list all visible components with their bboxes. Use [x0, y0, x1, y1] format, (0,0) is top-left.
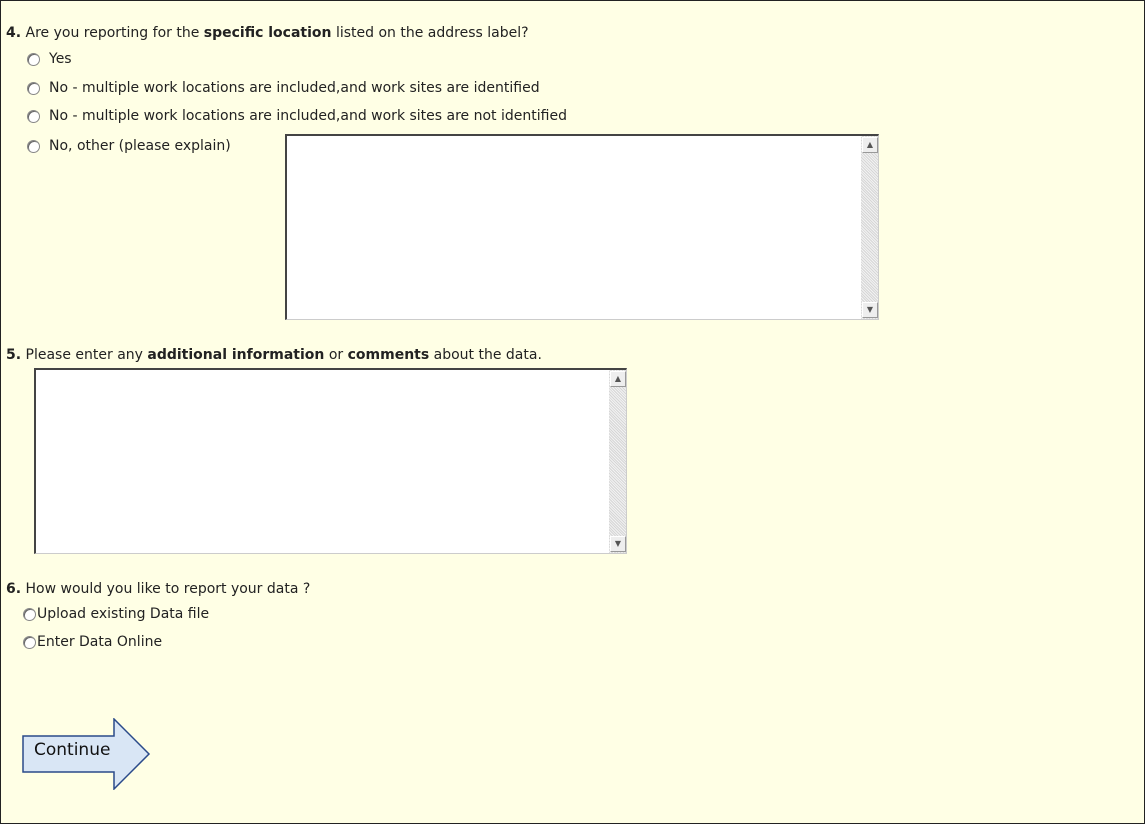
q4-explain-scrollbar[interactable]: ▲ ▼: [861, 136, 878, 319]
q4-option-other-label[interactable]: No, other (please explain): [49, 137, 231, 155]
q6-option-upload-radio[interactable]: [23, 608, 36, 621]
down-arrow-icon[interactable]: ▼: [610, 536, 626, 552]
q4-option-yes-label[interactable]: Yes: [49, 50, 72, 68]
q5-comments-textarea[interactable]: ▲ ▼: [34, 368, 627, 554]
question-5-text-mid: or: [324, 347, 348, 363]
question-5-bold-2: comments: [347, 347, 430, 363]
q4-option-not-identified-label[interactable]: No - multiple work locations are include…: [49, 107, 567, 125]
q4-explain-textarea[interactable]: ▲ ▼: [285, 134, 879, 320]
continue-button[interactable]: Continue: [22, 717, 152, 791]
continue-label: Continue: [34, 740, 111, 760]
q6-option-online-label[interactable]: Enter Data Online: [37, 633, 162, 651]
question-4-label: 4. Are you reporting for the specific lo…: [6, 25, 529, 41]
q6-option-upload-label[interactable]: Upload existing Data file: [37, 605, 209, 623]
question-5-label: 5. Please enter any additional informati…: [6, 347, 542, 363]
question-5-bold-1: additional information: [147, 347, 325, 363]
up-arrow-icon[interactable]: ▲: [610, 371, 626, 387]
q5-comments-scrollbar[interactable]: ▲ ▼: [609, 370, 626, 553]
question-4-text-before: Are you reporting for the: [21, 25, 204, 41]
down-arrow-icon[interactable]: ▼: [862, 302, 878, 318]
question-4-bold: specific location: [203, 25, 332, 41]
q4-option-yes-radio[interactable]: [27, 53, 40, 66]
up-arrow-icon[interactable]: ▲: [862, 137, 878, 153]
q4-option-identified-label[interactable]: No - multiple work locations are include…: [49, 79, 540, 97]
q4-option-not-identified-radio[interactable]: [27, 110, 40, 123]
question-6-text: How would you like to report your data ?: [21, 581, 311, 597]
q4-option-other-radio[interactable]: [27, 140, 40, 153]
question-5-text-after: about the data.: [429, 347, 542, 363]
question-5-number: 5.: [6, 347, 22, 363]
question-4-number: 4.: [6, 25, 22, 41]
q6-option-online-radio[interactable]: [23, 636, 36, 649]
question-6-label: 6. How would you like to report your dat…: [6, 581, 310, 597]
question-4-text-after: listed on the address label?: [331, 25, 529, 41]
question-6-number: 6.: [6, 581, 22, 597]
q4-option-identified-radio[interactable]: [27, 82, 40, 95]
question-5-text-before: Please enter any: [21, 347, 148, 363]
survey-form-panel: 4. Are you reporting for the specific lo…: [0, 0, 1145, 824]
